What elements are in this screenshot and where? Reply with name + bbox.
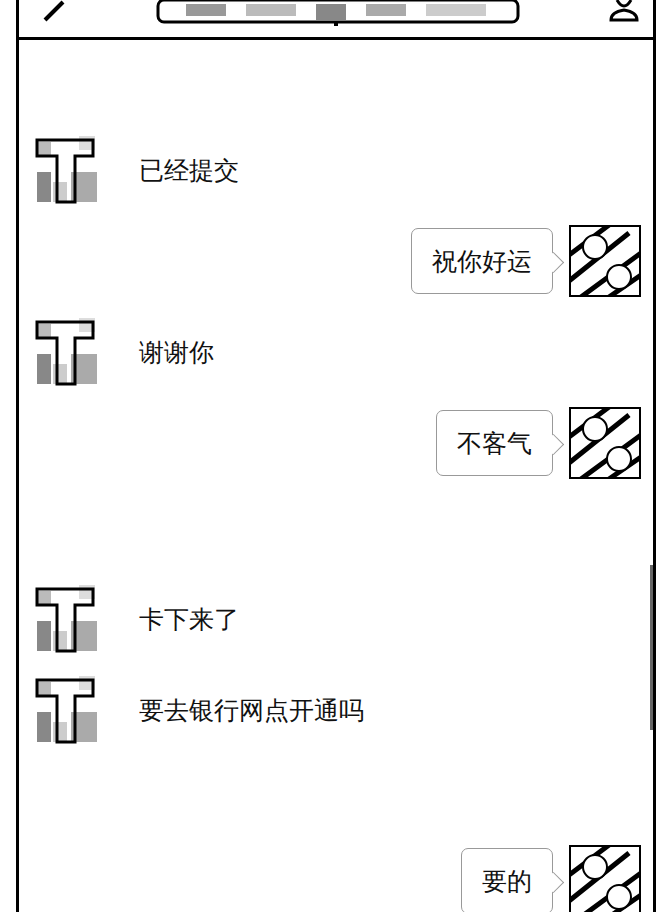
message-text: 谢谢你 bbox=[139, 336, 214, 369]
avatar-icon[interactable] bbox=[33, 672, 101, 748]
message-bubble[interactable]: 不客气 bbox=[436, 410, 553, 476]
message-bubble[interactable]: 祝你好运 bbox=[411, 228, 553, 294]
message-text: 不客气 bbox=[457, 427, 532, 460]
message-row: 谢谢你 bbox=[19, 314, 653, 390]
avatar-icon[interactable] bbox=[33, 581, 101, 657]
message-row: 已经提交 bbox=[19, 132, 653, 208]
message-text: 祝你好运 bbox=[432, 245, 532, 278]
title-bar bbox=[19, 0, 653, 40]
back-icon[interactable] bbox=[39, 0, 69, 22]
message-text: 已经提交 bbox=[139, 154, 239, 187]
message-text: 要去银行网点开通吗 bbox=[139, 694, 364, 727]
title-blur-icon bbox=[156, 0, 520, 26]
avatar-icon[interactable] bbox=[33, 132, 101, 208]
avatar-icon[interactable] bbox=[569, 225, 641, 297]
message-bubble[interactable]: 要的 bbox=[461, 848, 553, 912]
message-row: 卡下来了 bbox=[19, 581, 653, 657]
scroll-indicator[interactable] bbox=[650, 565, 653, 730]
message-row: 不客气 bbox=[19, 405, 653, 481]
message-text: 要的 bbox=[482, 865, 532, 898]
message-list: 已经提交祝你好运 谢谢你不客气 卡下来了 要去银行网点开通吗要的 bbox=[19, 40, 653, 912]
message-row: 要去银行网点开通吗 bbox=[19, 672, 653, 748]
message-row: 祝你好运 bbox=[19, 223, 653, 299]
avatar-icon[interactable] bbox=[569, 845, 641, 912]
avatar-icon[interactable] bbox=[33, 314, 101, 390]
avatar-icon[interactable] bbox=[569, 407, 641, 479]
message-text: 卡下来了 bbox=[139, 603, 239, 636]
message-row: 要的 bbox=[19, 843, 653, 912]
chat-screen: 已经提交祝你好运 谢谢你不客气 卡下来了 要去银行网点开通吗要的 bbox=[16, 0, 656, 912]
person-icon[interactable] bbox=[607, 0, 641, 24]
